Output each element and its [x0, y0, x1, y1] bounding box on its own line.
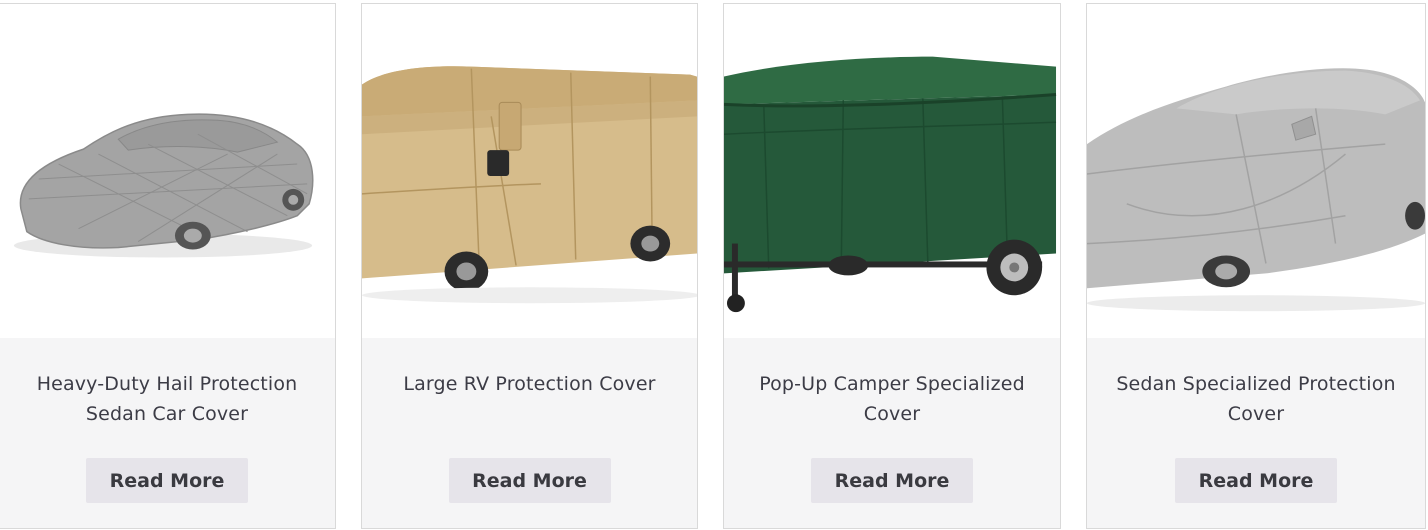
product-image-light-gray-sedan-cover[interactable] [1087, 4, 1425, 338]
product-card: Sedan Specialized Protection Cover Read … [1086, 3, 1426, 529]
product-card: Large RV Protection Cover Read More [361, 3, 698, 529]
product-title[interactable]: Heavy-Duty Hail Protection Sedan Car Cov… [7, 369, 327, 429]
product-card: Heavy-Duty Hail Protection Sedan Car Cov… [0, 3, 336, 529]
read-more-button[interactable]: Read More [811, 458, 973, 503]
read-more-button[interactable]: Read More [86, 458, 248, 503]
product-title[interactable]: Large RV Protection Cover [370, 369, 689, 399]
product-title[interactable]: Pop-Up Camper Specialized Cover [732, 369, 1052, 429]
read-more-button[interactable]: Read More [448, 458, 611, 503]
sedan-cover-image [1087, 68, 1425, 312]
camper-cover-image [724, 56, 1057, 313]
product-image-gray-quilted-sedan-car-cover[interactable] [0, 4, 335, 338]
product-title[interactable]: Sedan Specialized Protection Cover [1095, 369, 1417, 429]
product-card: Pop-Up Camper Specialized Cover Read Mor… [723, 3, 1061, 529]
rv-cover-image [362, 66, 697, 304]
product-image-green-pop-up-camper-cover[interactable] [724, 4, 1060, 338]
product-image-tan-rv-cover[interactable] [362, 4, 697, 338]
car-cover-image [13, 113, 314, 258]
read-more-button[interactable]: Read More [1175, 458, 1337, 503]
